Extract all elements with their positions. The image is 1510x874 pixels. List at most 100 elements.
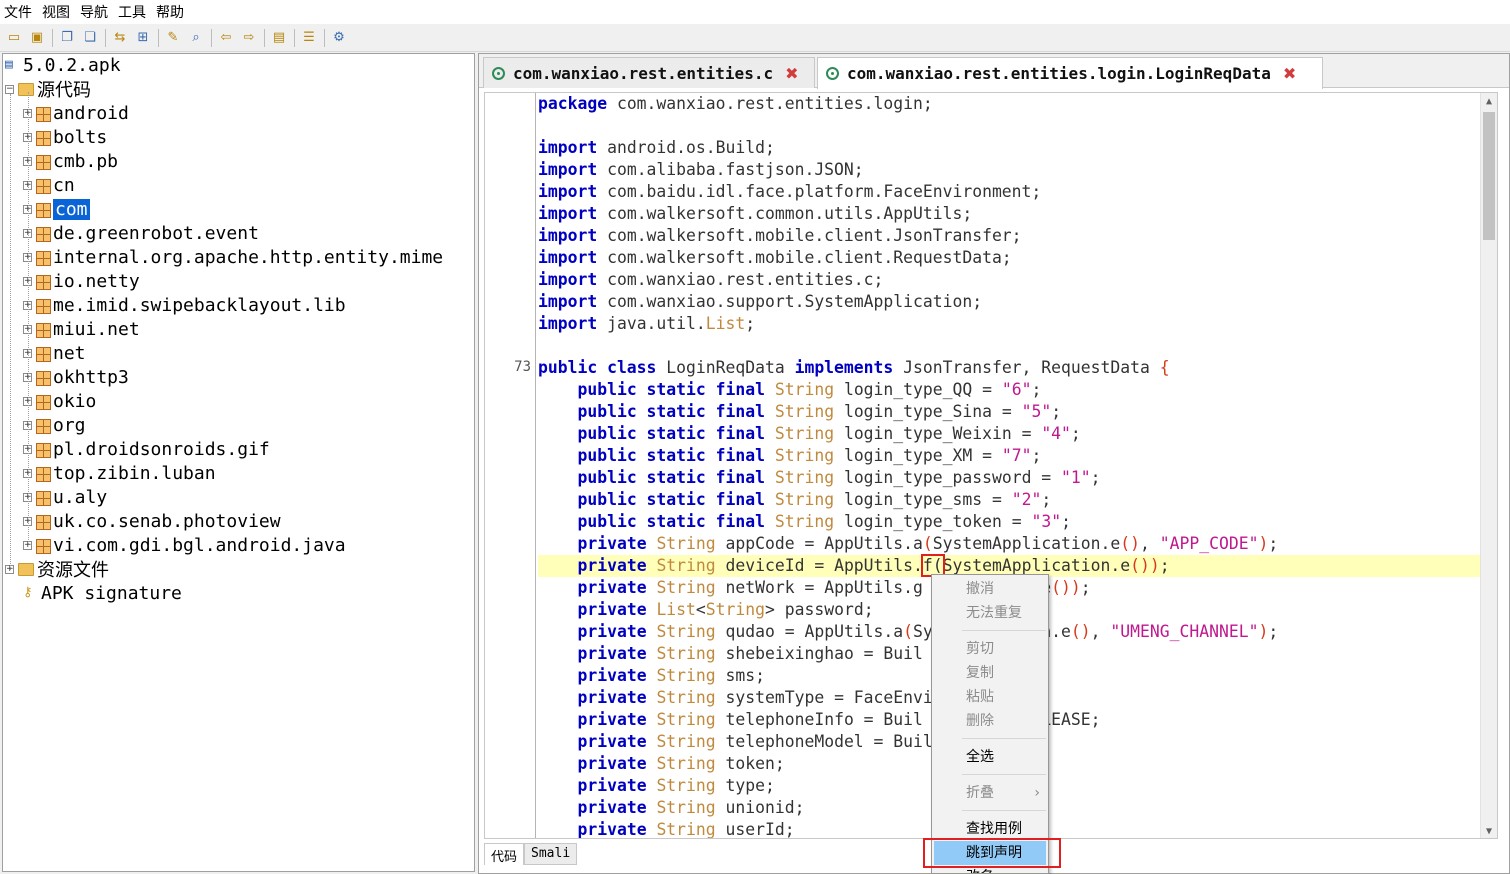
- tree-package[interactable]: + okhttp3: [23, 365, 129, 389]
- tree-package[interactable]: + org: [23, 413, 86, 437]
- tree-package[interactable]: + top.zibin.luban: [23, 461, 216, 485]
- menu-item-fold[interactable]: 折叠 ›: [934, 781, 1046, 805]
- tab-code[interactable]: 代码: [484, 843, 525, 865]
- code-token: public static final: [577, 512, 765, 531]
- copy-icon[interactable]: ❐: [57, 28, 77, 48]
- export-icon[interactable]: ▤: [269, 28, 289, 48]
- tree-package[interactable]: + internal.org.apache.http.entity.mime: [23, 245, 443, 269]
- grid-icon[interactable]: ⊞: [133, 28, 153, 48]
- tree-package[interactable]: + okio: [23, 389, 96, 413]
- tree-package[interactable]: + me.imid.swipebacklayout.lib: [23, 293, 346, 317]
- code-line[interactable]: public static final String login_type_We…: [538, 423, 1482, 445]
- code-line[interactable]: public static final String login_type_to…: [538, 511, 1482, 533]
- tree-package[interactable]: + cmb.pb: [23, 149, 118, 173]
- tree-package[interactable]: + bolts: [23, 125, 107, 149]
- tree-package[interactable]: + de.greenrobot.event: [23, 221, 259, 245]
- tree-package[interactable]: + vi.com.gdi.bgl.android.java: [23, 533, 346, 557]
- tree-package[interactable]: + uk.co.senab.photoview: [23, 509, 281, 533]
- code-token: unionid;: [715, 798, 805, 817]
- menu-item-cut[interactable]: 剪切: [934, 637, 1046, 661]
- tree-root[interactable]: ▤ 5.0.2.apk: [5, 54, 121, 77]
- menu-item-paste[interactable]: 粘贴: [934, 685, 1046, 709]
- code-line[interactable]: [538, 335, 1482, 357]
- paste-icon[interactable]: ❏: [80, 28, 100, 48]
- vertical-scrollbar[interactable]: ▲ ▼: [1480, 93, 1497, 838]
- code-line[interactable]: import com.baidu.idl.face.platform.FaceE…: [538, 181, 1482, 203]
- code-line[interactable]: import android.os.Build;: [538, 137, 1482, 159]
- tree-package[interactable]: + com: [23, 197, 90, 221]
- menu-item-copy[interactable]: 复制: [934, 661, 1046, 685]
- menu-item-delete[interactable]: 删除: [934, 709, 1046, 733]
- code-token: ;: [1090, 468, 1101, 487]
- tree-package[interactable]: + miui.net: [23, 317, 140, 341]
- code-line[interactable]: public class LoginReqData implements Jso…: [538, 357, 1482, 379]
- tree-package[interactable]: + u.aly: [23, 485, 107, 509]
- code-line[interactable]: public static final String login_type_QQ…: [538, 379, 1482, 401]
- toolbar-separator: [105, 28, 106, 47]
- log-icon[interactable]: ☰: [299, 28, 319, 48]
- code-line[interactable]: import com.walkersoft.common.utils.AppUt…: [538, 203, 1482, 225]
- code-token: ;: [1041, 490, 1052, 509]
- search-icon[interactable]: ⌕: [186, 28, 206, 48]
- close-icon[interactable]: ✖: [785, 64, 798, 83]
- code-line[interactable]: import com.walkersoft.mobile.client.Json…: [538, 225, 1482, 247]
- menu-item-select-all[interactable]: 全选: [934, 745, 1046, 769]
- tab-login-req-data[interactable]: com.wanxiao.rest.entities.login.LoginReq…: [817, 57, 1323, 89]
- scroll-up-icon[interactable]: ▲: [1481, 93, 1497, 110]
- code-line[interactable]: import com.wanxiao.support.SystemApplica…: [538, 291, 1482, 313]
- code-token: ;: [1268, 534, 1279, 553]
- back-icon[interactable]: ⇦: [216, 28, 236, 48]
- code-token: com.baidu.idl.face.platform.FaceEnvironm…: [597, 182, 1042, 201]
- menu-item-undo[interactable]: 撤消: [934, 577, 1046, 601]
- settings-icon[interactable]: ⚙: [329, 28, 349, 48]
- close-icon[interactable]: ✖: [1283, 64, 1296, 83]
- tree-apk-signature[interactable]: ⚷ APK signature: [23, 581, 182, 605]
- tree-package[interactable]: + net: [23, 341, 86, 365]
- code-line[interactable]: package com.wanxiao.rest.entities.login;: [538, 93, 1482, 115]
- tree-package[interactable]: + pl.droidsonroids.gif: [23, 437, 270, 461]
- code-line[interactable]: public static final String login_type_XM…: [538, 445, 1482, 467]
- menu-item-redo[interactable]: 无法重复: [934, 601, 1046, 625]
- menu-separator: [962, 738, 1046, 739]
- code-line[interactable]: [538, 115, 1482, 137]
- tree-package-label: okhttp3: [53, 366, 129, 388]
- tree-package[interactable]: + android: [23, 101, 129, 125]
- sync-icon[interactable]: ⇆: [110, 28, 130, 48]
- menu-view[interactable]: 视图: [42, 2, 70, 22]
- tab-entities-c[interactable]: com.wanxiao.rest.entities.c ✖: [483, 57, 815, 88]
- code-line[interactable]: import com.alibaba.fastjson.JSON;: [538, 159, 1482, 181]
- code-token: com.walkersoft.mobile.client.JsonTransfe…: [597, 226, 1022, 245]
- code-line[interactable]: import com.wanxiao.rest.entities.c;: [538, 269, 1482, 291]
- collapse-icon[interactable]: −: [5, 84, 14, 94]
- tab-smali[interactable]: Smali: [524, 843, 578, 865]
- code-line[interactable]: import java.util.List;: [538, 313, 1482, 335]
- wand-icon[interactable]: ✎: [163, 28, 183, 48]
- open-folder-icon[interactable]: ▭: [4, 28, 24, 48]
- code-line[interactable]: public static final String login_type_sm…: [538, 489, 1482, 511]
- code-line[interactable]: public static final String login_type_Si…: [538, 401, 1482, 423]
- tree-package-label: de.greenrobot.event: [53, 222, 259, 244]
- scrollbar-thumb[interactable]: [1483, 112, 1495, 240]
- forward-icon[interactable]: ⇨: [239, 28, 259, 48]
- tree-resources-folder[interactable]: + 资源文件: [5, 557, 109, 581]
- code-token: public static final: [577, 490, 765, 509]
- menu-file[interactable]: 文件: [4, 2, 32, 22]
- tree-package[interactable]: + io.netty: [23, 269, 140, 293]
- scroll-down-icon[interactable]: ▼: [1481, 823, 1497, 838]
- code-token: String: [774, 380, 835, 399]
- menu-navigate[interactable]: 导航: [80, 2, 108, 22]
- tree-source-folder[interactable]: − 源代码: [5, 77, 91, 101]
- tree-package[interactable]: + cn: [23, 173, 75, 197]
- code-line[interactable]: private String appCode = AppUtils.a(Syst…: [538, 533, 1482, 555]
- code-line[interactable]: import com.walkersoft.mobile.client.Requ…: [538, 247, 1482, 269]
- code-line[interactable]: public static final String login_type_pa…: [538, 467, 1482, 489]
- add-folder-icon[interactable]: ▣: [27, 28, 47, 48]
- menu-help[interactable]: 帮助: [156, 2, 184, 22]
- menu-tools[interactable]: 工具: [118, 2, 146, 22]
